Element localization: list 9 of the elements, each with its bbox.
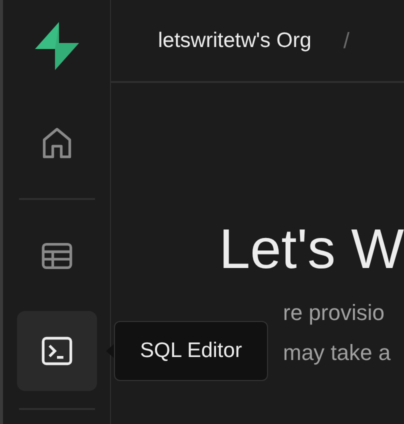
paragraph-line: re provisio: [283, 299, 386, 327]
org-name[interactable]: letswritetw's Org: [158, 24, 312, 56]
paragraph-line: may take a: [283, 339, 392, 367]
tooltip: SQL Editor: [114, 321, 268, 381]
terminal-icon: [40, 334, 74, 368]
logo-icon[interactable]: [32, 21, 80, 71]
breadcrumb-separator: /: [343, 27, 350, 55]
page-heading: Let's W: [219, 219, 404, 279]
sql-nav-button[interactable]: [16, 311, 96, 391]
